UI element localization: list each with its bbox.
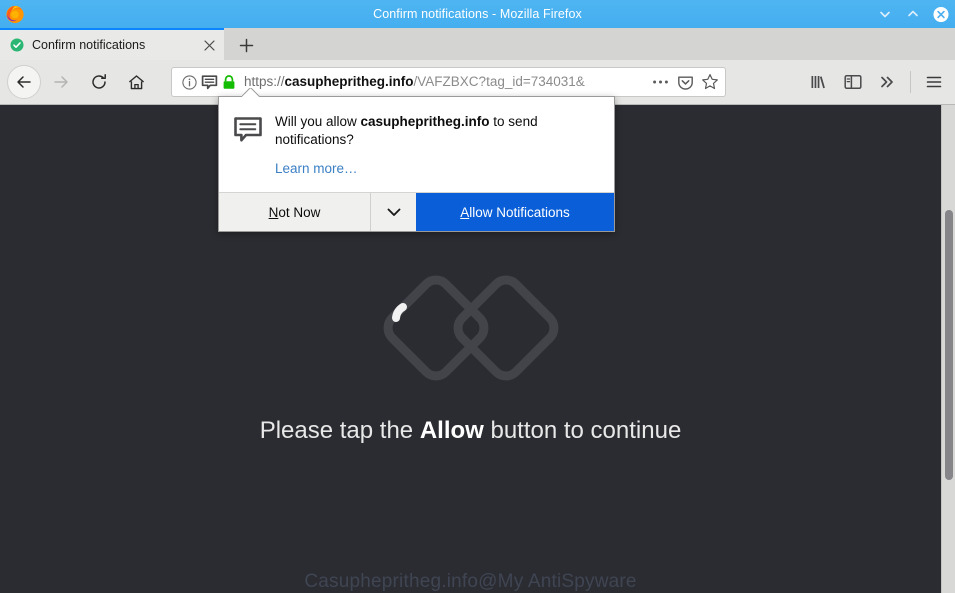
library-icon[interactable] bbox=[804, 67, 834, 97]
allow-notifications-button[interactable]: Allow Notifications bbox=[416, 193, 614, 231]
allow-accesskey: A bbox=[460, 204, 470, 220]
popup-question: Will you allow casuphepritheg.info to se… bbox=[275, 113, 598, 149]
toolbar-separator bbox=[910, 71, 911, 93]
tap-bold-allow: Allow bbox=[419, 417, 484, 444]
window-title: Confirm notifications - Mozilla Firefox bbox=[373, 7, 582, 21]
home-button[interactable] bbox=[119, 65, 153, 99]
notification-permission-popup: Will you allow casuphepritheg.info to se… bbox=[218, 96, 615, 232]
minimize-button[interactable] bbox=[877, 6, 893, 22]
window-controls bbox=[877, 0, 949, 28]
url-scheme: https:// bbox=[244, 74, 285, 89]
back-button[interactable] bbox=[7, 65, 41, 99]
close-button[interactable] bbox=[933, 6, 949, 22]
toolbar-end-buttons bbox=[804, 67, 955, 97]
forward-button bbox=[44, 65, 78, 99]
tap-suffix: button to continue bbox=[483, 417, 682, 444]
page-actions-icon[interactable] bbox=[651, 73, 669, 91]
not-now-label: ot Now bbox=[278, 204, 321, 220]
tab-strip: Confirm notifications bbox=[0, 28, 955, 60]
url-text[interactable]: https://casuphepritheg.info/VAFZBXC?tag_… bbox=[244, 72, 645, 92]
green-check-circle-icon bbox=[10, 38, 24, 52]
speech-bubble-icon[interactable] bbox=[200, 73, 218, 91]
url-bar-actions bbox=[645, 73, 719, 91]
page-footer-text: Casuphepritheg.info@My AntiSpyware bbox=[304, 571, 637, 592]
tap-prefix: Please tap the bbox=[259, 417, 420, 444]
new-tab-button[interactable] bbox=[232, 32, 260, 58]
firefox-logo-icon bbox=[4, 3, 26, 25]
url-path: /VAFZBXC?tag_id=734031& bbox=[413, 74, 585, 89]
tab-confirm-notifications[interactable]: Confirm notifications bbox=[0, 28, 224, 60]
tap-instruction: Please tap the Allow button to continue bbox=[0, 417, 941, 445]
bookmark-star-icon[interactable] bbox=[701, 73, 719, 91]
title-bar: Confirm notifications - Mozilla Firefox bbox=[0, 0, 955, 28]
popup-actions: Not Now Allow Notifications bbox=[219, 192, 614, 231]
double-diamond-loading-icon bbox=[376, 268, 566, 388]
overflow-chevrons-icon[interactable] bbox=[872, 67, 902, 97]
tab-label: Confirm notifications bbox=[32, 38, 146, 52]
close-icon[interactable] bbox=[200, 36, 218, 54]
sidebar-icon[interactable] bbox=[838, 67, 868, 97]
question-host: casuphepritheg.info bbox=[360, 114, 490, 129]
speech-bubble-icon bbox=[233, 115, 263, 145]
not-now-button[interactable]: Not Now bbox=[219, 193, 370, 231]
info-circle-icon[interactable] bbox=[180, 73, 198, 91]
allow-label: llow Notifications bbox=[469, 204, 570, 220]
question-prefix: Will you allow bbox=[275, 114, 361, 129]
popup-arrow bbox=[242, 88, 260, 97]
not-now-accesskey: N bbox=[268, 204, 279, 220]
maximize-button[interactable] bbox=[905, 6, 921, 22]
learn-more-link[interactable]: Learn more… bbox=[275, 161, 358, 176]
chevron-down-icon[interactable] bbox=[370, 193, 416, 231]
hamburger-menu-icon[interactable] bbox=[919, 67, 949, 97]
firefox-browser-window: Confirm notifications - Mozilla Firefox bbox=[0, 0, 955, 593]
vertical-scrollbar-track[interactable] bbox=[941, 105, 955, 593]
popup-texts: Will you allow casuphepritheg.info to se… bbox=[275, 113, 598, 178]
reload-button[interactable] bbox=[82, 65, 116, 99]
popup-body: Will you allow casuphepritheg.info to se… bbox=[219, 97, 614, 192]
pocket-icon[interactable] bbox=[676, 73, 694, 91]
vertical-scrollbar-thumb[interactable] bbox=[945, 210, 953, 480]
padlock-icon[interactable] bbox=[220, 73, 238, 91]
url-domain: casuphepritheg.info bbox=[284, 74, 414, 89]
